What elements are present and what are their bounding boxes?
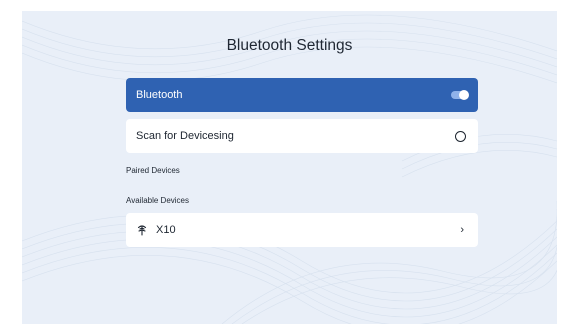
toggle-knob — [459, 90, 469, 100]
bluetooth-label: Bluetooth — [136, 89, 183, 101]
background-wave-pattern — [22, 14, 557, 324]
scan-label: Scan for Devicesing — [136, 130, 234, 142]
bluetooth-toggle-switch[interactable] — [451, 90, 469, 100]
device-icon — [137, 225, 147, 236]
scan-devices-button[interactable]: Scan for Devicesing — [126, 119, 478, 153]
device-list-item[interactable]: X10 › — [126, 213, 478, 247]
device-name: X10 — [156, 224, 176, 236]
bluetooth-toggle-row[interactable]: Bluetooth — [126, 78, 478, 112]
page-title: Bluetooth Settings — [226, 37, 353, 54]
loading-ring-icon — [455, 130, 466, 142]
available-devices-heading: Available Devices — [126, 196, 189, 205]
bluetooth-settings-screen: Bluetooth Settings Bluetooth Scan for De… — [22, 11, 557, 324]
chevron-right-icon: › — [460, 224, 464, 236]
paired-devices-heading: Paired Devices — [126, 166, 180, 175]
